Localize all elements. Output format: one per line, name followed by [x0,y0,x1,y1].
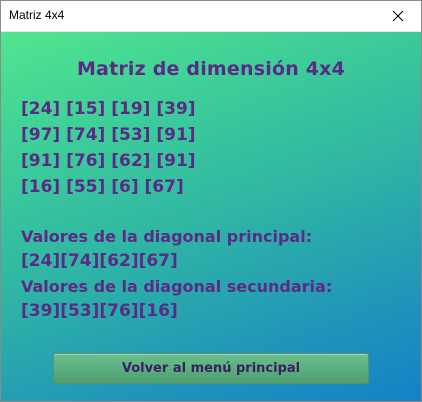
matrix-display: [24] [15] [19] [39] [97] [74] [53] [91] … [21,96,196,200]
title-bar[interactable]: Matriz 4x4 [1,1,421,32]
matrix-row: [24] [15] [19] [39] [21,99,196,119]
main-diagonal-values: [24][74][62][67] [21,251,178,271]
window-title: Matriz 4x4 [9,8,65,22]
matrix-row: [91] [76] [62] [91] [21,151,196,171]
diagonals-section: Valores de la diagonal principal: [24][7… [21,224,332,324]
secondary-diagonal-values: [39][53][76][16] [21,301,178,321]
matrix-row: [16] [55] [6] [67] [21,177,184,197]
secondary-diagonal-label: Valores de la diagonal secundaria: [21,277,333,296]
close-icon [392,10,404,22]
back-to-main-menu-button[interactable]: Volver al menú principal [53,353,369,384]
client-area: Matriz de dimensión 4x4 [24] [15] [19] [… [1,32,421,401]
page-title: Matriz de dimensión 4x4 [76,58,346,80]
app-window: Matriz 4x4 Matriz de dimensión 4x4 [24] … [0,0,422,402]
main-diagonal-label: Valores de la diagonal principal: [21,227,313,246]
close-button[interactable] [375,1,421,31]
matrix-row: [97] [74] [53] [91] [21,125,196,145]
